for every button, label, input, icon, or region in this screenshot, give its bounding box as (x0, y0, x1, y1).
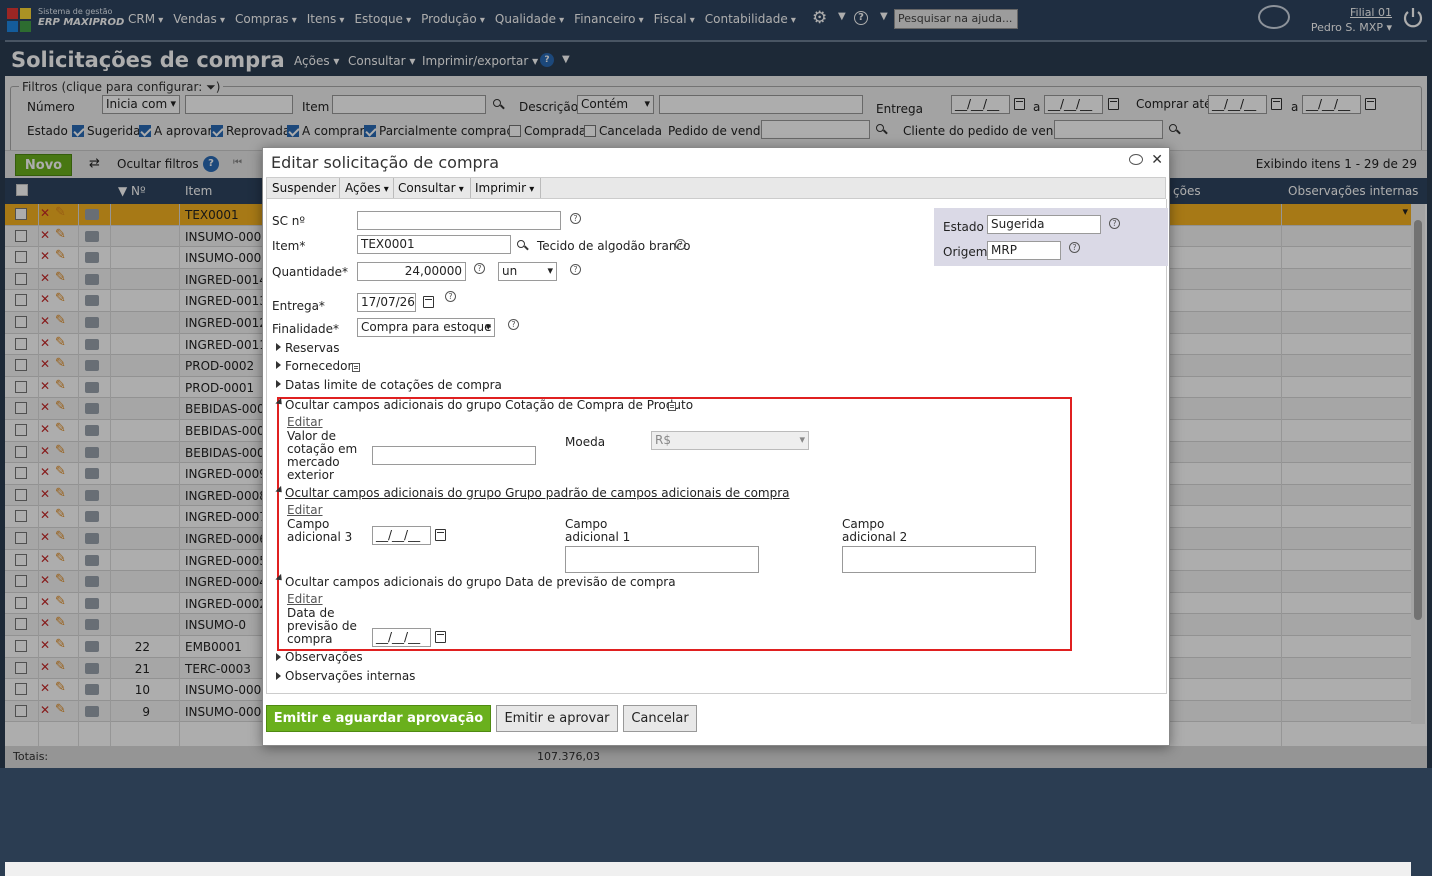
data-previsao-input[interactable]: __/__/__ (372, 628, 431, 647)
help-icon[interactable]: ? (1109, 218, 1120, 229)
help-icon[interactable]: ? (1069, 242, 1080, 253)
campo3-input[interactable]: __/__/__ (372, 526, 431, 545)
item-field-input[interactable]: TEX0001 (357, 235, 511, 254)
modal-menu: Suspender Ações Consultar Imprimir (266, 177, 1166, 199)
expand-triangle-icon[interactable] (276, 653, 281, 661)
item-field-label: Item* (272, 239, 306, 253)
finalidade-value: Compra para estoque (361, 320, 492, 334)
finalidade-select[interactable]: Compra para estoque (357, 318, 495, 337)
comment-icon[interactable] (1129, 154, 1143, 165)
modal-consultar-menu[interactable]: Consultar (398, 181, 464, 195)
expand-triangle-icon[interactable] (276, 343, 281, 351)
help-icon[interactable]: ? (474, 263, 485, 274)
origem-label: Origem (943, 245, 988, 259)
estado-field-value: Sugerida (987, 215, 1101, 234)
group1-title[interactable]: Ocultar campos adicionais do grupo Cotaç… (285, 398, 693, 412)
note-icon[interactable] (352, 363, 360, 372)
menu-divider (393, 178, 394, 198)
section-observacoes[interactable]: Observações (285, 650, 363, 664)
campo3-label: Campo adicional 3 (287, 517, 353, 544)
calendar-icon[interactable] (423, 296, 434, 308)
menu-divider (470, 178, 471, 198)
modal-title: Editar solicitação de compra (271, 153, 500, 172)
search-icon[interactable] (517, 240, 525, 248)
moeda-label: Moeda (565, 435, 606, 449)
group2-title[interactable]: Ocultar campos adicionais do grupo Grupo… (285, 486, 790, 500)
qty-input[interactable]: 24,00000 (357, 262, 466, 281)
help-icon[interactable]: ? (508, 319, 519, 330)
note-icon[interactable] (668, 402, 676, 411)
unit-select[interactable]: un (498, 262, 557, 281)
status-panel: Estado Sugerida ? Origem MRP ? (934, 208, 1168, 266)
unit-value: un (502, 264, 518, 278)
close-icon[interactable]: ✕ (1151, 152, 1163, 168)
campo2-textarea[interactable] (842, 546, 1036, 573)
campo1-label: Campo adicional 1 (565, 517, 631, 544)
group2-edit-link[interactable]: Editar (287, 503, 323, 517)
item-description: Tecido de algodão branco (537, 239, 691, 253)
emit-and-wait-button[interactable]: Emitir e aguardar aprovação (266, 705, 491, 732)
entrega-field-input[interactable]: 17/07/26 (357, 293, 416, 312)
expand-triangle-icon[interactable] (276, 380, 281, 388)
expand-triangle-icon[interactable] (276, 672, 281, 680)
section-datas[interactable]: Datas limite de cotações de compra (285, 378, 502, 392)
data-previsao-label: Data de previsão de compra (287, 606, 357, 646)
expand-triangle-icon[interactable] (276, 361, 281, 369)
qty-label: Quantidade* (272, 265, 349, 279)
calendar-icon[interactable] (435, 631, 446, 643)
help-icon[interactable]: ? (675, 239, 686, 250)
cancel-button[interactable]: Cancelar (623, 705, 697, 732)
edit-request-modal: Editar solicitação de compra ✕ Suspender… (262, 147, 1170, 746)
modal-actions-menu[interactable]: Ações (345, 181, 389, 195)
menu-divider (540, 178, 541, 198)
menu-divider (339, 178, 340, 198)
help-icon[interactable]: ? (445, 291, 456, 302)
origem-value: MRP (987, 241, 1061, 260)
calendar-icon[interactable] (435, 529, 446, 541)
emit-and-approve-button[interactable]: Emitir e aprovar (496, 705, 618, 732)
campo1-textarea[interactable] (565, 546, 759, 573)
valor-cotacao-label: Valor de cotação em mercado exterior (287, 429, 358, 482)
horizontal-scrollbar[interactable] (5, 862, 1411, 876)
finalidade-label: Finalidade* (272, 322, 339, 336)
section-fornecedor[interactable]: Fornecedor (285, 359, 352, 373)
campo2-label: Campo adicional 2 (842, 517, 908, 544)
sc-label: SC nº (272, 214, 306, 228)
valor-cotacao-input[interactable] (372, 446, 536, 465)
suspend-button[interactable]: Suspender (272, 181, 336, 195)
entrega-field-label: Entrega* (272, 299, 325, 313)
modal-imprimir-menu[interactable]: Imprimir (475, 181, 534, 195)
section-obs-internas[interactable]: Observações internas (285, 669, 415, 683)
section-reservas[interactable]: Reservas (285, 341, 339, 355)
help-icon[interactable]: ? (570, 213, 581, 224)
modal-body: SC nº ? Item* TEX0001 Tecido de algodão … (266, 199, 1168, 694)
group3-title[interactable]: Ocultar campos adicionais do grupo Data … (285, 575, 676, 589)
group1-edit-link[interactable]: Editar (287, 415, 323, 429)
moeda-select[interactable]: R$ (651, 431, 809, 450)
estado-field-label: Estado (943, 220, 984, 234)
sc-input[interactable] (357, 211, 561, 230)
help-icon[interactable]: ? (570, 264, 581, 275)
moeda-value: R$ (655, 433, 671, 447)
group3-edit-link[interactable]: Editar (287, 592, 323, 606)
